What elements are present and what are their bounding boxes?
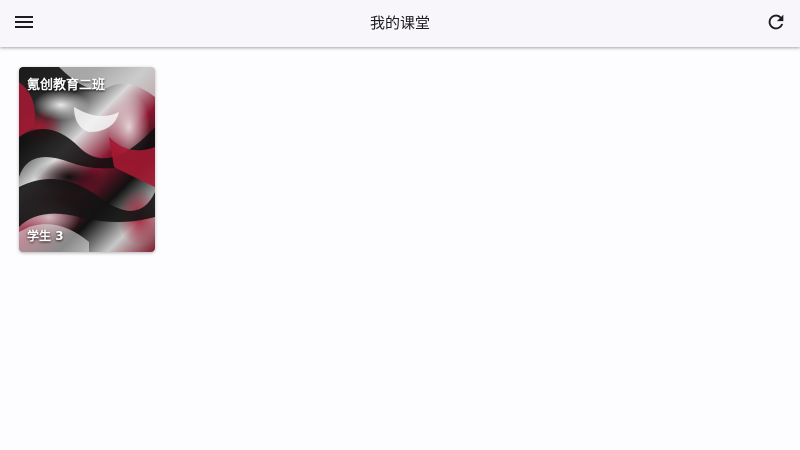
class-name: 氪创教育二班 (27, 78, 106, 93)
refresh-icon (765, 11, 787, 37)
class-cover-image (19, 67, 155, 252)
class-card[interactable]: 氪创教育二班 学生 3 (19, 67, 155, 252)
app-bar: 我的课堂 (0, 0, 800, 47)
menu-icon (14, 14, 34, 34)
refresh-button[interactable] (758, 6, 794, 42)
student-count: 学生 3 (27, 227, 64, 244)
menu-button[interactable] (6, 6, 42, 42)
app-root: 我的课堂 氪创教育二班 学生 3 (0, 0, 800, 450)
page-title: 我的课堂 (369, 14, 430, 32)
student-count-label: 学生 (27, 229, 52, 243)
student-count-value: 3 (55, 229, 64, 243)
class-list: 氪创教育二班 学生 3 (0, 47, 800, 450)
